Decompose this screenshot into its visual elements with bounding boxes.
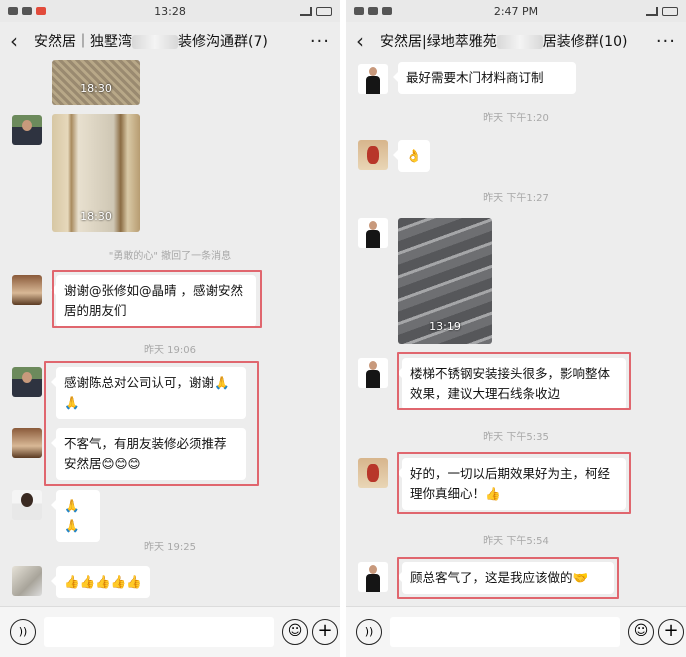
emoji-icon[interactable]: ☺	[628, 619, 654, 645]
avatar[interactable]	[358, 140, 388, 170]
avatar[interactable]	[358, 562, 388, 592]
chat-title: 安然居｜独墅湾 装修沟通群(7)	[34, 31, 304, 51]
message-timestamp: 昨天 下午5:35	[483, 432, 549, 443]
avatar[interactable]	[12, 428, 42, 458]
status-notification-icons	[354, 7, 392, 15]
message-bubble[interactable]: 感谢陈总对公司认可，谢谢🙏🙏	[51, 367, 246, 419]
avatar[interactable]	[358, 64, 388, 94]
redacted-text	[132, 35, 178, 49]
signal-icon	[646, 6, 658, 16]
message-bubble[interactable]: 不客气，有朋友装修必须推荐安然居😊😊😊	[51, 428, 246, 480]
back-arrow-icon[interactable]: ‹	[10, 29, 28, 53]
status-bar: 2:47 PM	[346, 0, 686, 22]
back-arrow-icon[interactable]: ‹	[356, 29, 374, 53]
image-message[interactable]: 13:19	[398, 218, 492, 344]
missed-call-icon	[36, 7, 46, 15]
message-list[interactable]: 18:30 18:30 "勇敢的心" 撤回了一条消息 谢谢@张修如@晶晴 ，感谢…	[0, 60, 340, 606]
photo-timestamp: 18:30	[80, 210, 112, 223]
chat-title-suffix: 装修沟通群(7)	[178, 34, 268, 50]
avatar[interactable]	[12, 367, 42, 397]
right-chat-screenshot: 2:47 PM ‹ 安然居|绿地萃雅苑 居装修群(10) ··· 最好需要木门材料…	[346, 0, 686, 657]
message-timestamp: 昨天 下午1:27	[483, 193, 549, 204]
status-system-icons	[300, 6, 332, 16]
avatar[interactable]	[358, 218, 388, 248]
redacted-text	[496, 35, 543, 49]
photo-timestamp: 13:19	[429, 320, 461, 333]
battery-icon	[662, 6, 678, 16]
avatar[interactable]	[358, 358, 388, 388]
message-bubble[interactable]: 👌	[393, 140, 430, 172]
notification-icon	[354, 7, 364, 15]
message-list[interactable]: 最好需要木门材料商订制 昨天 下午1:20 👌 昨天 下午1:27 13:19 …	[346, 60, 686, 606]
message-bubble[interactable]: 👍👍👍👍👍	[51, 566, 150, 598]
more-icon[interactable]: ···	[656, 31, 676, 52]
message-input[interactable]	[390, 617, 620, 647]
notification-icon	[8, 7, 18, 15]
input-bar: )) ☺ +	[346, 606, 686, 657]
voice-input-icon[interactable]: ))	[356, 619, 382, 645]
photo-timestamp: 18:30	[80, 82, 112, 95]
notification-icon	[368, 7, 378, 15]
plus-icon[interactable]: +	[658, 619, 684, 645]
status-notification-icons	[8, 7, 46, 15]
avatar[interactable]	[358, 458, 388, 488]
message-bubble[interactable]: 谢谢@张修如@晶晴 ，感谢安然居的朋友们	[51, 275, 256, 327]
avatar[interactable]	[12, 115, 42, 145]
status-time: 2:47 PM	[493, 4, 539, 18]
message-bubble[interactable]: 最好需要木门材料商订制	[393, 62, 576, 94]
chat-header: ‹ 安然居|绿地萃雅苑 居装修群(10) ···	[346, 22, 686, 60]
chat-header: ‹ 安然居｜独墅湾 装修沟通群(7) ···	[0, 22, 340, 60]
status-system-icons	[646, 6, 678, 16]
status-bar: 13:28	[0, 0, 340, 22]
chat-title: 安然居|绿地萃雅苑 居装修群(10)	[380, 31, 650, 51]
message-bubble[interactable]: 楼梯不锈钢安装接头很多，影响整体效果，建议大理石线条收边	[397, 358, 626, 410]
more-icon[interactable]: ···	[310, 31, 330, 52]
emoji-icon[interactable]: ☺	[282, 619, 308, 645]
avatar[interactable]	[12, 275, 42, 305]
voice-input-icon[interactable]: ))	[10, 619, 36, 645]
notification-icon	[22, 7, 32, 15]
message-timestamp: 昨天 下午1:20	[483, 113, 549, 124]
status-time: 13:28	[154, 4, 186, 18]
message-timestamp: 昨天 下午5:54	[483, 536, 549, 547]
notification-icon	[382, 7, 392, 15]
message-timestamp: 昨天 19:25	[144, 542, 196, 553]
message-bubble[interactable]: 🙏🙏	[51, 490, 100, 542]
message-bubble[interactable]: 好的，一切以后期效果好为主，柯经理你真细心！👍	[397, 458, 626, 510]
chat-title-prefix: 安然居|绿地萃雅苑	[380, 34, 497, 50]
message-bubble[interactable]: 顾总客气了，这是我应该做的🤝	[397, 562, 614, 594]
battery-icon	[316, 6, 332, 16]
avatar[interactable]	[12, 566, 42, 596]
input-bar: )) ☺ +	[0, 606, 340, 657]
recall-notice: "勇敢的心" 撤回了一条消息	[108, 251, 232, 262]
chat-title-prefix: 安然居｜独墅湾	[34, 34, 132, 50]
signal-icon	[300, 6, 312, 16]
image-message[interactable]: 18:30	[52, 60, 140, 105]
left-chat-screenshot: 13:28 ‹ 安然居｜独墅湾 装修沟通群(7) ··· 18:30 18:30 …	[0, 0, 340, 657]
avatar[interactable]	[12, 490, 42, 520]
image-message[interactable]: 18:30	[52, 114, 140, 232]
plus-icon[interactable]: +	[312, 619, 338, 645]
message-timestamp: 昨天 19:06	[144, 345, 196, 356]
message-input[interactable]	[44, 617, 274, 647]
chat-title-suffix: 居装修群(10)	[542, 34, 628, 50]
